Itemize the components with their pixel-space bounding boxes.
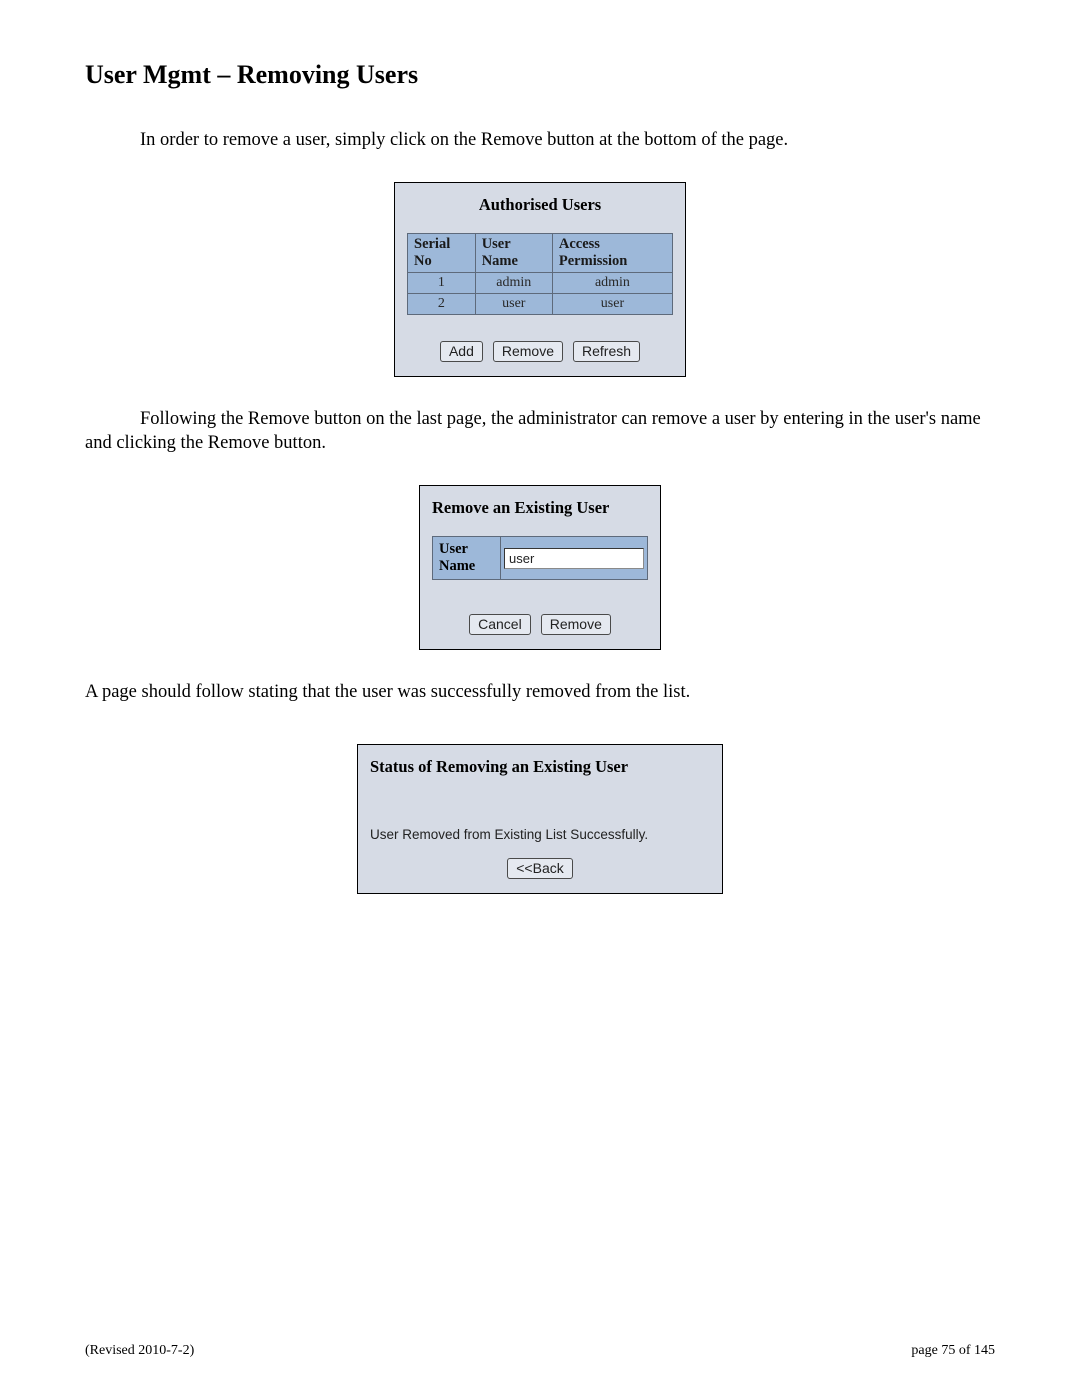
cell-username: admin [475,273,552,294]
table-row[interactable]: 1 admin admin [408,273,673,294]
status-message: User Removed from Existing List Successf… [370,827,710,842]
page-footer: (Revised 2010-7-2) page 75 of 145 [85,1343,995,1359]
cell-username: user [475,294,552,315]
paragraph-status-intro: A page should follow stating that the us… [85,680,995,704]
authorised-users-table: Serial No User Name Access Permission 1 … [407,233,673,315]
cell-access: user [552,294,672,315]
cell-serial: 1 [408,273,476,294]
status-title: Status of Removing an Existing User [370,757,710,777]
cell-serial: 2 [408,294,476,315]
paragraph-remove-instruction: Following the Remove button on the last … [85,407,995,455]
page-title: User Mgmt – Removing Users [85,60,995,90]
authorised-users-panel: Authorised Users Serial No User Name Acc… [394,182,686,377]
cancel-button[interactable]: Cancel [469,614,531,635]
col-access: Access Permission [552,234,672,273]
username-label: User Name [433,537,501,580]
cell-access: admin [552,273,672,294]
remove-user-title: Remove an Existing User [432,498,648,518]
authorised-users-title: Authorised Users [407,195,673,215]
username-input[interactable] [504,548,644,569]
footer-page-number: page 75 of 145 [911,1343,995,1359]
add-button[interactable]: Add [440,341,483,362]
col-username: User Name [475,234,552,273]
refresh-button[interactable]: Refresh [573,341,640,362]
footer-revised: (Revised 2010-7-2) [85,1343,194,1359]
table-header-row: Serial No User Name Access Permission [408,234,673,273]
remove-user-form: User Name [432,536,648,580]
remove-confirm-button[interactable]: Remove [541,614,611,635]
table-row[interactable]: 2 user user [408,294,673,315]
back-button[interactable]: <<Back [507,858,572,879]
remove-button[interactable]: Remove [493,341,563,362]
status-panel: Status of Removing an Existing User User… [357,744,723,894]
paragraph-intro: In order to remove a user, simply click … [85,128,995,152]
col-serial: Serial No [408,234,476,273]
remove-user-panel: Remove an Existing User User Name Cancel… [419,485,661,650]
